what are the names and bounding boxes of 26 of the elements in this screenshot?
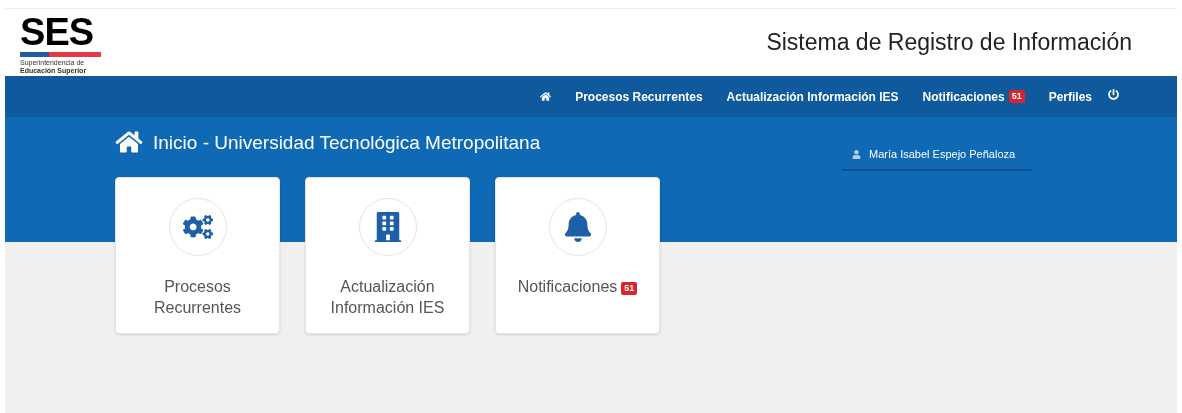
gears-icon [182, 212, 213, 242]
building-icon [372, 212, 403, 242]
home-icon[interactable] [540, 91, 552, 102]
user-icon [852, 149, 861, 159]
module-card[interactable]: Notificaciones 51 [495, 177, 660, 334]
card-label: Actualización [340, 277, 435, 297]
nav-link[interactable]: Actualización Información IES [726, 87, 899, 106]
nav-link[interactable]: Procesos Recurrentes [575, 87, 703, 106]
count-badge: 51 [1008, 90, 1025, 103]
card-label: Recurrentes [153, 298, 242, 318]
power-icon[interactable] [1108, 89, 1119, 100]
user-name: María Isabel Espejo Peñaloza [869, 146, 1016, 162]
module-card[interactable]: Actualización Información IES [305, 177, 470, 334]
logo-acronym: SES [20, 14, 95, 49]
card-label: Procesos [164, 277, 231, 297]
system-title: Sistema de Registro de Información [766, 28, 1133, 58]
bell-icon [562, 212, 593, 242]
home-icon [115, 130, 143, 154]
card-label: Información IES [330, 298, 445, 318]
nav-link[interactable]: Notificaciones 51 [922, 87, 1025, 106]
count-badge: 51 [621, 282, 638, 295]
module-card[interactable]: Procesos Recurrentes [115, 177, 280, 334]
card-label: Notificaciones [517, 277, 618, 297]
user-field[interactable]: María Isabel Espejo Peñaloza [842, 139, 1032, 171]
page-title: Inicio - Universidad Tecnológica Metropolitana [153, 131, 541, 155]
nav-link[interactable]: Perfiles [1048, 87, 1092, 106]
